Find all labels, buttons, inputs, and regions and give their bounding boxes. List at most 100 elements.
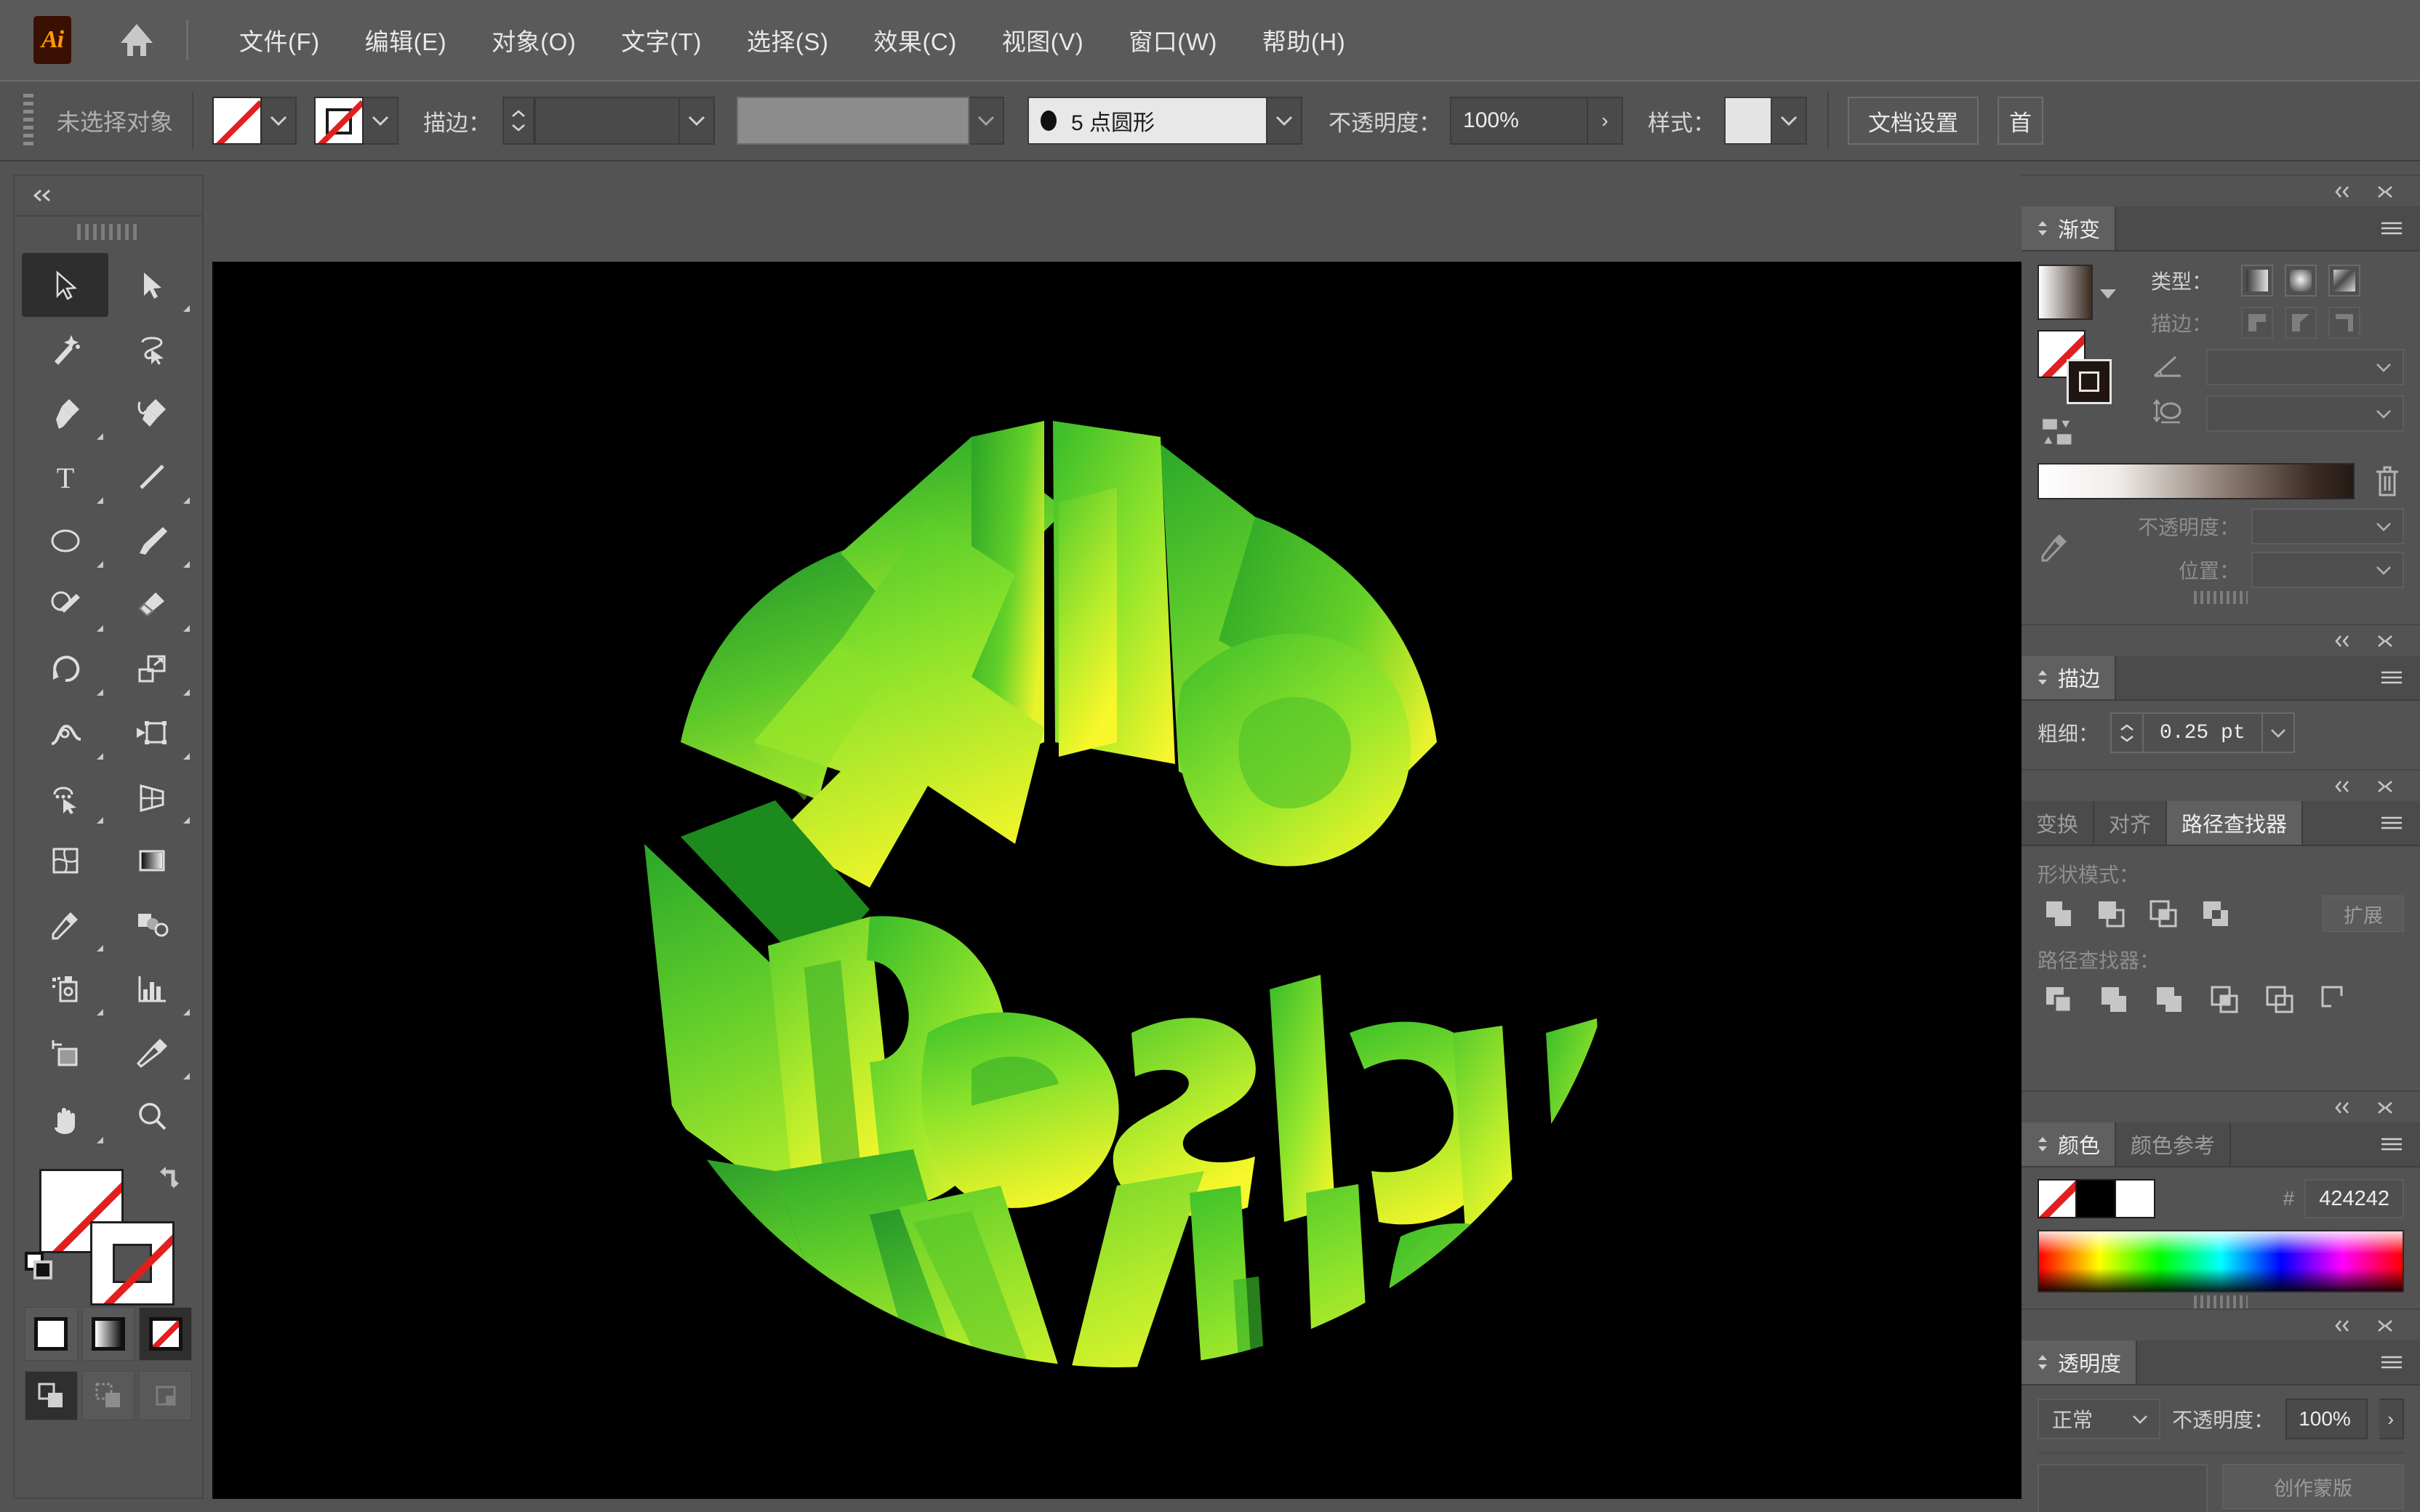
direct-selection-tool[interactable] bbox=[108, 253, 195, 317]
stroke-profile-field[interactable] bbox=[737, 97, 970, 145]
collapse-double-chevron-icon[interactable] bbox=[2333, 633, 2353, 649]
swap-fill-stroke-icon[interactable] bbox=[159, 1163, 189, 1194]
fill-swatch[interactable] bbox=[212, 97, 263, 145]
gradient-preset-chevron-icon[interactable] bbox=[2100, 289, 2116, 299]
shape-builder-tool[interactable] bbox=[22, 765, 108, 829]
gradient-type-freeform-button[interactable] bbox=[2328, 265, 2360, 297]
ellipse-tool[interactable] bbox=[22, 509, 108, 573]
panel-menu-icon[interactable] bbox=[2379, 1354, 2404, 1371]
stroke-gradient-along-button[interactable] bbox=[2285, 307, 2317, 339]
exclude-button[interactable] bbox=[2197, 896, 2234, 932]
delete-stop-icon[interactable] bbox=[2371, 463, 2404, 499]
fill-color-control[interactable] bbox=[212, 97, 297, 145]
panel-menu-icon[interactable] bbox=[2379, 220, 2404, 237]
gradient-slider[interactable] bbox=[2038, 463, 2355, 499]
stroke-weight-field[interactable] bbox=[534, 97, 681, 145]
menu-item-view[interactable]: 视图(V) bbox=[995, 17, 1091, 63]
fill-dropdown-chevron-icon[interactable] bbox=[262, 97, 297, 145]
document-setup-button[interactable]: 文档设置 bbox=[1848, 97, 1979, 145]
collapse-double-chevron-icon[interactable] bbox=[2333, 1100, 2353, 1116]
unite-button[interactable] bbox=[2040, 896, 2077, 932]
panel-menu-icon[interactable] bbox=[2379, 1135, 2404, 1153]
rotate-tool[interactable] bbox=[22, 637, 108, 701]
color-fill-button[interactable] bbox=[25, 1307, 78, 1361]
hand-tool[interactable] bbox=[22, 1085, 108, 1149]
perspective-grid-tool[interactable] bbox=[108, 765, 195, 829]
color-swatch-white[interactable] bbox=[2116, 1179, 2155, 1218]
gradient-tool[interactable] bbox=[108, 829, 195, 893]
make-mask-button[interactable]: 创作蒙版 bbox=[2222, 1464, 2404, 1509]
scale-tool[interactable] bbox=[108, 637, 195, 701]
menu-item-object[interactable]: 对象(O) bbox=[484, 17, 583, 63]
expand-panel-icon[interactable] bbox=[2375, 779, 2395, 795]
artboard-tool[interactable] bbox=[22, 1021, 108, 1085]
pen-tool[interactable] bbox=[22, 381, 108, 445]
tab-align[interactable]: 对齐 bbox=[2094, 801, 2168, 845]
opacity-field[interactable]: 100% bbox=[1450, 97, 1589, 145]
home-icon[interactable] bbox=[115, 18, 159, 62]
style-chevron-icon[interactable] bbox=[1772, 97, 1808, 145]
tab-transparency[interactable]: 透明度 bbox=[2022, 1340, 2138, 1384]
outline-button[interactable] bbox=[2261, 981, 2298, 1018]
brush-definition-field[interactable]: 5 点圆形 bbox=[1027, 97, 1268, 145]
draw-inside-button[interactable] bbox=[139, 1371, 193, 1420]
panel-menu-icon[interactable] bbox=[2379, 669, 2404, 686]
selection-tool[interactable] bbox=[22, 253, 108, 317]
line-segment-tool[interactable] bbox=[108, 445, 195, 509]
type-tool[interactable]: T bbox=[22, 445, 108, 509]
zoom-tool[interactable] bbox=[108, 1085, 195, 1149]
artboard[interactable] bbox=[212, 262, 2022, 1499]
minus-front-button[interactable] bbox=[2093, 896, 2129, 932]
expand-panel-icon[interactable] bbox=[2375, 633, 2395, 649]
draw-normal-button[interactable] bbox=[25, 1371, 78, 1420]
color-swatch-none[interactable] bbox=[2038, 1179, 2077, 1218]
expand-panel-icon[interactable] bbox=[2375, 184, 2395, 200]
gradient-stroke-swatch[interactable] bbox=[2067, 359, 2112, 404]
stroke-weight-stepper[interactable] bbox=[502, 97, 535, 145]
collapse-double-chevron-icon[interactable] bbox=[2333, 779, 2353, 795]
artwork-3d-text[interactable] bbox=[462, 335, 1771, 1425]
mask-thumbnail[interactable] bbox=[2038, 1464, 2208, 1512]
menu-item-window[interactable]: 窗口(W) bbox=[1121, 17, 1225, 63]
tab-color[interactable]: 颜色 bbox=[2022, 1122, 2117, 1166]
stroke-gradient-across-button[interactable] bbox=[2328, 307, 2360, 339]
eraser-tool[interactable] bbox=[108, 573, 195, 637]
opacity-expand-icon[interactable]: › bbox=[1588, 97, 1624, 145]
menu-item-edit[interactable]: 编辑(E) bbox=[358, 17, 454, 63]
gradient-stop-location-field[interactable] bbox=[2251, 552, 2404, 588]
menu-item-help[interactable]: 帮助(H) bbox=[1255, 17, 1353, 63]
shaper-tool[interactable] bbox=[22, 573, 108, 637]
none-fill-button[interactable] bbox=[139, 1307, 193, 1361]
free-transform-tool[interactable] bbox=[108, 701, 195, 765]
color-swatch-black[interactable] bbox=[2077, 1179, 2116, 1218]
curvature-tool[interactable] bbox=[108, 381, 195, 445]
stroke-weight-value[interactable]: 0.25 pt bbox=[2144, 722, 2261, 744]
gradient-aspect-ratio-field[interactable] bbox=[2206, 395, 2404, 432]
blend-tool[interactable] bbox=[108, 893, 195, 957]
symbol-sprayer-tool[interactable] bbox=[22, 957, 108, 1021]
expand-panel-icon[interactable] bbox=[2375, 1318, 2395, 1334]
magic-wand-tool[interactable] bbox=[22, 317, 108, 381]
expand-button[interactable]: 扩展 bbox=[2323, 896, 2404, 932]
preferences-button[interactable]: 首 bbox=[1998, 97, 2044, 145]
gradient-preview-swatch[interactable] bbox=[2038, 265, 2093, 320]
crop-button[interactable] bbox=[2206, 981, 2243, 1018]
brush-chevron-icon[interactable] bbox=[1267, 97, 1303, 145]
stroke-profile-chevron-icon[interactable] bbox=[969, 97, 1005, 145]
slice-tool[interactable] bbox=[108, 1021, 195, 1085]
tab-gradient[interactable]: 渐变 bbox=[2022, 206, 2117, 250]
eyedropper-tool[interactable] bbox=[22, 893, 108, 957]
stroke-weight-control[interactable]: 0.25 pt bbox=[2110, 712, 2295, 753]
control-bar-grip[interactable] bbox=[23, 94, 33, 148]
gradient-fill-button[interactable] bbox=[81, 1307, 135, 1361]
hex-value-field[interactable]: 424242 bbox=[2304, 1179, 2404, 1218]
tab-pathfinder[interactable]: 路径查找器 bbox=[2167, 801, 2304, 845]
mesh-tool[interactable] bbox=[22, 829, 108, 893]
panel-menu-icon[interactable] bbox=[2379, 814, 2404, 832]
stroke-dropdown-chevron-icon[interactable] bbox=[364, 97, 399, 145]
merge-button[interactable] bbox=[2151, 981, 2187, 1018]
menu-item-effect[interactable]: 效果(C) bbox=[866, 17, 963, 63]
color-spectrum-bar[interactable] bbox=[2038, 1230, 2404, 1292]
menu-item-select[interactable]: 选择(S) bbox=[740, 17, 836, 63]
stroke-weight-chevron-icon[interactable] bbox=[680, 97, 716, 145]
